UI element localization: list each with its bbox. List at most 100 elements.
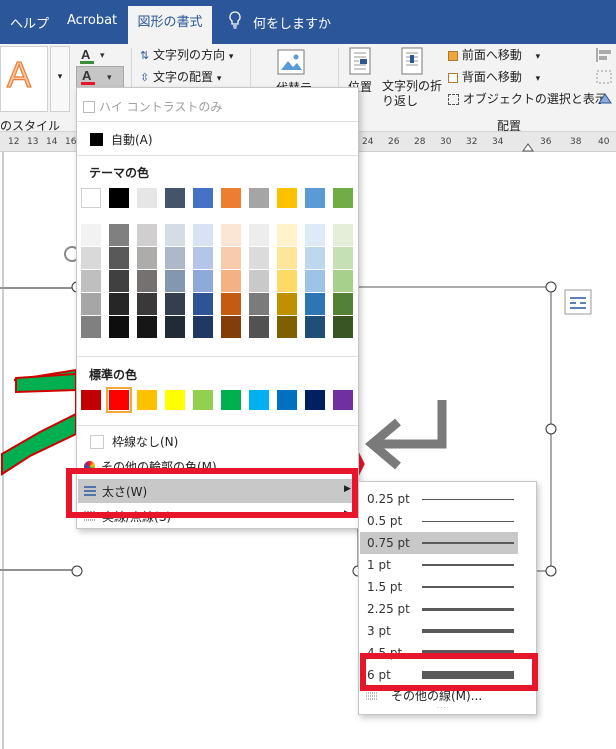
theme-shade-swatch[interactable]	[333, 224, 353, 246]
theme-shade-swatch[interactable]	[137, 316, 157, 338]
theme-shade-swatch[interactable]	[81, 316, 101, 338]
theme-shade-swatch[interactable]	[221, 316, 241, 338]
theme-shade-swatch[interactable]	[137, 247, 157, 269]
text-fill-button[interactable]: A ▾	[78, 46, 114, 66]
standard-color-swatch[interactable]	[165, 390, 185, 410]
theme-shade-swatch[interactable]	[165, 316, 185, 338]
theme-shade-swatch[interactable]	[193, 224, 213, 246]
theme-shade-swatch[interactable]	[137, 293, 157, 315]
standard-color-swatch[interactable]	[193, 390, 213, 410]
theme-shade-swatch[interactable]	[305, 316, 325, 338]
theme-shade-swatch[interactable]	[193, 247, 213, 269]
theme-shade-swatch[interactable]	[249, 316, 269, 338]
standard-color-swatch[interactable]	[81, 390, 101, 410]
theme-shade-swatch[interactable]	[249, 293, 269, 315]
send-backward-button[interactable]: 背面へ移動 ▾	[448, 68, 540, 85]
layout-options-icon[interactable]	[564, 289, 592, 315]
theme-shade-swatch[interactable]	[277, 316, 297, 338]
text-outline-button[interactable]: A ▾	[76, 66, 124, 88]
theme-shade-swatch[interactable]	[333, 270, 353, 292]
weight-option-row[interactable]: 0.25 pt	[360, 488, 518, 510]
wordart-gallery-scroll-button[interactable]: ▾	[50, 46, 70, 112]
weight-option-row[interactable]: 3 pt	[360, 620, 518, 642]
align-button[interactable]	[594, 46, 616, 64]
theme-shade-swatch[interactable]	[221, 270, 241, 292]
weight-option-row[interactable]: 2.25 pt	[360, 598, 518, 620]
automatic-color-option[interactable]: 自動(A)	[90, 131, 153, 148]
theme-shade-swatch[interactable]	[137, 224, 157, 246]
standard-color-swatch[interactable]	[305, 390, 325, 410]
standard-color-swatch[interactable]	[249, 390, 269, 410]
theme-shade-swatch[interactable]	[109, 316, 129, 338]
theme-shade-swatch[interactable]	[81, 247, 101, 269]
theme-shade-swatch[interactable]	[333, 247, 353, 269]
theme-shade-swatch[interactable]	[193, 270, 213, 292]
theme-shade-swatch[interactable]	[193, 293, 213, 315]
theme-shade-swatch[interactable]	[81, 224, 101, 246]
weight-option-row[interactable]: 0.5 pt	[360, 510, 518, 532]
weight-option-row[interactable]: 1.5 pt	[360, 576, 518, 598]
theme-shade-swatch[interactable]	[165, 224, 185, 246]
weight-option-row[interactable]: 1 pt	[360, 554, 518, 576]
theme-shade-swatch[interactable]	[305, 224, 325, 246]
theme-color-swatch[interactable]	[249, 188, 269, 208]
theme-shade-swatch[interactable]	[193, 316, 213, 338]
theme-shade-swatch[interactable]	[221, 293, 241, 315]
theme-color-swatch[interactable]	[221, 188, 241, 208]
resize-handle[interactable]	[545, 281, 557, 293]
rotate-button[interactable]	[594, 90, 616, 108]
resize-handle[interactable]	[545, 423, 557, 435]
text-align-button[interactable]: ⇳ 文字の配置 ▾	[140, 68, 221, 86]
standard-color-swatch[interactable]	[277, 390, 297, 410]
theme-shade-swatch[interactable]	[109, 270, 129, 292]
theme-shade-swatch[interactable]	[277, 293, 297, 315]
no-outline-option[interactable]: 枠線なし(N)	[90, 433, 178, 450]
theme-shade-swatch[interactable]	[277, 270, 297, 292]
theme-color-swatch[interactable]	[277, 188, 297, 208]
theme-color-swatch[interactable]	[137, 188, 157, 208]
theme-shade-swatch[interactable]	[165, 247, 185, 269]
theme-shade-swatch[interactable]	[221, 224, 241, 246]
theme-shade-swatch[interactable]	[81, 270, 101, 292]
group-button[interactable]	[594, 68, 616, 86]
theme-shade-swatch[interactable]	[249, 224, 269, 246]
theme-shade-swatch[interactable]	[165, 270, 185, 292]
theme-shade-swatch[interactable]	[305, 293, 325, 315]
theme-shade-swatch[interactable]	[249, 270, 269, 292]
wordart-style-gallery[interactable]: A	[0, 46, 48, 112]
bring-forward-button[interactable]: 前面へ移動 ▾	[448, 46, 540, 63]
theme-shade-swatch[interactable]	[277, 224, 297, 246]
tab-help[interactable]: ヘルプ	[10, 13, 49, 32]
theme-shade-swatch[interactable]	[305, 247, 325, 269]
standard-color-swatch[interactable]	[137, 390, 157, 410]
theme-shade-swatch[interactable]	[109, 224, 129, 246]
standard-color-swatch[interactable]	[221, 390, 241, 410]
weight-option-row[interactable]: 0.75 pt	[360, 532, 518, 554]
theme-color-swatch[interactable]	[165, 188, 185, 208]
indent-marker-icon[interactable]	[522, 142, 534, 152]
theme-shade-swatch[interactable]	[81, 293, 101, 315]
theme-color-swatch[interactable]	[81, 188, 101, 208]
theme-shade-swatch[interactable]	[137, 270, 157, 292]
standard-color-swatch[interactable]	[333, 390, 353, 410]
standard-color-swatch[interactable]	[106, 387, 132, 413]
resize-grip-icon[interactable]: ····	[437, 704, 457, 712]
theme-color-swatch[interactable]	[333, 188, 353, 208]
selection-pane-button[interactable]: オブジェクトの選択と表示	[448, 90, 607, 107]
theme-shade-swatch[interactable]	[305, 270, 325, 292]
theme-color-swatch[interactable]	[109, 188, 129, 208]
resize-handle[interactable]	[545, 565, 557, 577]
theme-shade-swatch[interactable]	[277, 247, 297, 269]
wrap-text-button[interactable]	[398, 46, 426, 76]
tell-me-search[interactable]: 何をしますか	[253, 13, 331, 32]
text-direction-button[interactable]: ⇅ 文字列の方向 ▾	[140, 46, 233, 64]
theme-shade-swatch[interactable]	[333, 293, 353, 315]
tab-acrobat[interactable]: Acrobat	[67, 13, 117, 28]
theme-shade-swatch[interactable]	[249, 247, 269, 269]
green-arrow-shape-top[interactable]	[15, 372, 77, 394]
theme-shade-swatch[interactable]	[165, 293, 185, 315]
theme-shade-swatch[interactable]	[109, 247, 129, 269]
theme-shade-swatch[interactable]	[221, 247, 241, 269]
tab-shape-format[interactable]: 図形の書式	[128, 6, 212, 44]
theme-shade-swatch[interactable]	[333, 316, 353, 338]
